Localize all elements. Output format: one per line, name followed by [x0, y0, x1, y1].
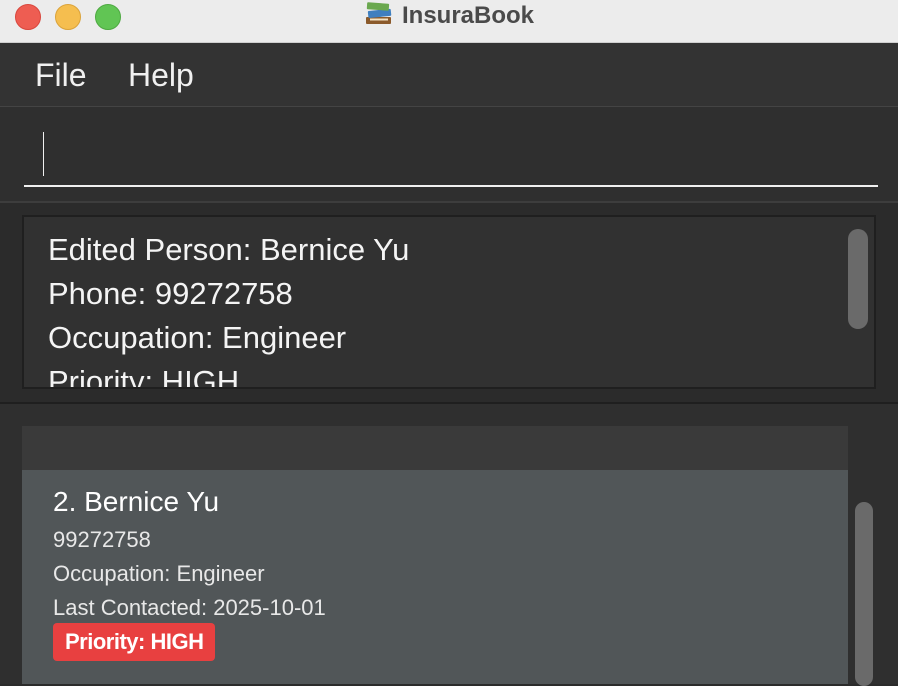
menu-file[interactable]: File — [35, 57, 87, 93]
list-header — [22, 426, 848, 470]
result-display-panel: Edited Person: Bernice Yu Phone: 9927275… — [0, 203, 898, 401]
result-line: Priority: HIGH — [48, 364, 240, 389]
result-line: Edited Person: Bernice Yu — [48, 232, 410, 267]
result-scrollbar[interactable] — [848, 229, 868, 329]
person-list-panel: 2. Bernice Yu 99272758 Occupation: Engin… — [0, 402, 898, 686]
command-box — [0, 107, 898, 203]
result-display[interactable]: Edited Person: Bernice Yu Phone: 9927275… — [22, 215, 876, 389]
menu-bar: File Help — [0, 43, 898, 107]
list-scrollbar[interactable] — [855, 502, 873, 686]
command-input[interactable] — [24, 127, 878, 187]
priority-badge: Priority: HIGH — [53, 623, 216, 661]
text-caret — [43, 132, 44, 176]
window-title: InsuraBook — [0, 0, 898, 33]
person-occupation: Occupation: Engineer — [53, 561, 265, 586]
person-card[interactable]: 2. Bernice Yu 99272758 Occupation: Engin… — [22, 470, 848, 684]
result-line: Occupation: Engineer — [48, 320, 347, 355]
window-title-text: InsuraBook — [401, 2, 535, 29]
person-last-contacted: Last Contacted: 2025-10-01 — [53, 595, 326, 620]
result-line: Phone: 99272758 — [48, 276, 293, 311]
person-name: 2. Bernice Yu — [53, 486, 220, 517]
app-books-icon — [364, 0, 394, 33]
window-title-bar: InsuraBook — [0, 0, 898, 43]
person-phone: 99272758 — [53, 527, 151, 552]
menu-help[interactable]: Help — [128, 57, 194, 93]
